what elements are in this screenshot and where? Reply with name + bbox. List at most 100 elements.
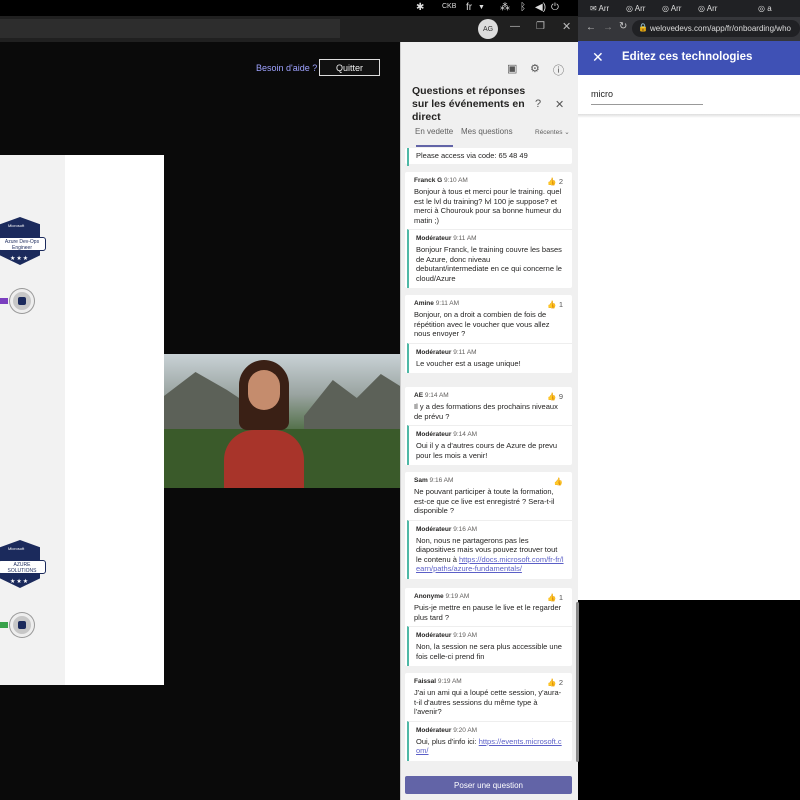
dialog-header: ✕ Editez ces technologies xyxy=(578,41,800,75)
timestamp: 9:14 AM xyxy=(453,431,478,438)
thumbs-up-icon: 👍 xyxy=(547,300,557,309)
dialog-title: Editez ces technologies xyxy=(622,51,753,63)
progress-marker xyxy=(0,298,8,304)
reply-text: Bonjour Franck, le training couvre les b… xyxy=(416,245,562,283)
language-indicator[interactable]: fr xyxy=(466,2,472,13)
forward-icon[interactable]: → xyxy=(603,22,613,33)
help-link[interactable]: Besoin d'aide ? xyxy=(256,63,317,73)
reply-text: Non, la session ne sera plus accessible … xyxy=(416,642,562,661)
meeting-title-bar: AG — ❐ ✕ xyxy=(0,16,578,42)
gear-icon[interactable]: ⚙ xyxy=(530,62,540,75)
reply-text: Oui il y a d'autres cours de Azure de pr… xyxy=(416,441,558,460)
active-tab-indicator xyxy=(416,145,453,147)
browser-tab[interactable]: ◎ a xyxy=(758,4,772,13)
bluetooth-icon[interactable]: ᛒ xyxy=(520,2,526,13)
system-top-bar: ✱ CKB fr ▼ ⁂ ᛒ ◀) ⏻ xyxy=(0,0,578,16)
minimize-icon[interactable]: — xyxy=(510,21,520,32)
browser-tab[interactable]: ◎ Arr xyxy=(662,4,681,13)
moderator-reply: Modérateur 9:16 AM Non, nous ne partagero… xyxy=(407,519,572,579)
presentation-slide: Microsoft Azure Dev-Ops Engineer ★★★ Mic… xyxy=(0,155,164,685)
author-name: Modérateur xyxy=(416,726,452,734)
question-text: Bonjour à tous et merci pour le training… xyxy=(414,187,562,225)
presenter xyxy=(224,360,304,488)
browser-window: ✉ Arr ◎ Arr ◎ Arr ◎ Arr ◎ a ← → ↻ 🔒 welo… xyxy=(578,0,800,600)
title-bar-search-area xyxy=(0,19,340,38)
info-icon[interactable]: ⓘ xyxy=(553,62,564,78)
thumbs-up-icon: 👍 xyxy=(547,392,557,401)
avatar[interactable]: AG xyxy=(478,19,498,39)
author-name: Sam xyxy=(414,477,428,484)
sort-dropdown[interactable]: Récentes ⌄ xyxy=(535,128,570,136)
tab-my-questions[interactable]: Mes questions xyxy=(461,127,513,136)
question-text: Puis-je mettre en pause le live et le re… xyxy=(414,603,562,622)
like-button[interactable]: 👍 1 xyxy=(547,300,563,309)
author-name: Anonyme xyxy=(414,593,444,600)
timestamp: 9:14 AM xyxy=(424,392,449,399)
help-icon[interactable]: ? xyxy=(535,98,541,110)
browser-tab[interactable]: ◎ Arr xyxy=(626,4,645,13)
question: Franck G 9:10 AM 👍 2 Bonjour à tous et mer… xyxy=(405,172,572,229)
qa-thread: Franck G 9:10 AM 👍 2 Bonjour à tous et mer… xyxy=(405,172,572,288)
qa-thread: AE 9:14 AM 👍 9 Il y a des formations des p… xyxy=(405,387,572,465)
author-name: Modérateur xyxy=(416,525,452,533)
quit-button[interactable]: Quitter xyxy=(319,59,380,76)
question-text: J'ai un ami qui a loupé cette session, y… xyxy=(414,688,562,716)
question-text: Ne pouvant participer à toute la formati… xyxy=(414,487,555,515)
close-icon[interactable]: ✕ xyxy=(592,49,604,66)
chat-icon[interactable]: ▣ xyxy=(507,62,517,75)
teams-icon[interactable]: ✱ xyxy=(416,2,424,13)
reload-icon[interactable]: ↻ xyxy=(619,21,627,32)
timestamp: 9:19 AM xyxy=(445,593,470,600)
author-name: AE xyxy=(414,392,424,399)
certification-badge-devops: Microsoft Azure Dev-Ops Engineer ★★★ xyxy=(0,217,48,275)
close-icon[interactable]: ✕ xyxy=(562,20,571,33)
like-count: 9 xyxy=(558,392,563,401)
question-text: Il y a des formations des prochains nive… xyxy=(414,402,558,421)
like-count: 2 xyxy=(558,678,563,687)
qa-thread: Amine 9:11 AM 👍 1 Bonjour, on a droit a co… xyxy=(405,295,572,373)
qa-thread: Sam 9:16 AM 👍 Ne pouvant participer à tou… xyxy=(405,472,572,579)
chevron-down-icon: ▼ xyxy=(478,4,485,11)
thumbs-up-icon: 👍 xyxy=(547,678,557,687)
progress-marker xyxy=(0,622,8,628)
technology-search-input[interactable]: micro xyxy=(591,89,703,105)
cpu-icon[interactable]: CKB xyxy=(442,3,456,10)
like-button[interactable]: 👍 2 xyxy=(547,678,563,687)
question: Anonyme 9:19 AM 👍 1 Puis-je mettre en paus… xyxy=(405,588,572,626)
back-icon[interactable]: ← xyxy=(586,22,596,33)
thumbs-up-icon: 👍 xyxy=(547,593,557,602)
like-button[interactable]: 👍 xyxy=(554,477,563,486)
timestamp: 9:11 AM xyxy=(453,348,477,356)
ask-question-button[interactable]: Poser une question xyxy=(405,776,572,794)
like-button[interactable]: 👍 9 xyxy=(547,392,563,401)
lock-icon: 🔒 xyxy=(638,23,648,32)
qa-panel: ▣ ⚙ ⓘ Questions et réponses sur les évén… xyxy=(400,42,579,800)
list-item: Please access via code: 65 48 49 xyxy=(405,148,572,166)
question: Faissal 9:19 AM 👍 2 J'ai un ami qui a loup… xyxy=(405,673,572,721)
volume-icon[interactable]: ◀) xyxy=(535,2,546,13)
scrollbar[interactable] xyxy=(576,602,579,762)
author-name: Faissal xyxy=(414,678,437,685)
maximize-icon[interactable]: ❐ xyxy=(536,21,545,32)
presenter-video xyxy=(164,354,400,488)
certification-coin xyxy=(10,289,34,313)
reply-text: Le voucher est a usage unique! xyxy=(416,358,521,368)
like-button[interactable]: 👍 2 xyxy=(547,177,563,186)
moderator-reply: Modérateur 9:19 AM Non, la session ne ser… xyxy=(407,626,572,666)
network-icon[interactable]: ⁂ xyxy=(500,2,510,13)
power-icon[interactable]: ⏻ xyxy=(551,2,559,13)
author-name: Modérateur xyxy=(416,431,452,438)
author-name: Modérateur xyxy=(416,348,452,356)
tab-featured[interactable]: En vedette xyxy=(415,127,453,136)
url-input[interactable]: 🔒 welovedevs.com/app/fr/onboarding/who xyxy=(632,20,800,37)
qa-list[interactable]: Please access via code: 65 48 49 Franck … xyxy=(401,148,579,774)
browser-tab[interactable]: ◎ Arr xyxy=(698,4,717,13)
certification-coin xyxy=(10,613,34,637)
browser-tab[interactable]: ✉ Arr xyxy=(590,4,609,13)
timestamp: 9:16 AM xyxy=(453,525,478,533)
like-count: 2 xyxy=(558,177,563,186)
thumbs-up-icon: 👍 xyxy=(553,477,563,486)
like-button[interactable]: 👍 1 xyxy=(547,593,563,602)
moderator-reply: Modérateur 9:11 AM Bonjour Franck, le tra… xyxy=(407,229,572,288)
close-icon[interactable]: ✕ xyxy=(555,98,564,111)
